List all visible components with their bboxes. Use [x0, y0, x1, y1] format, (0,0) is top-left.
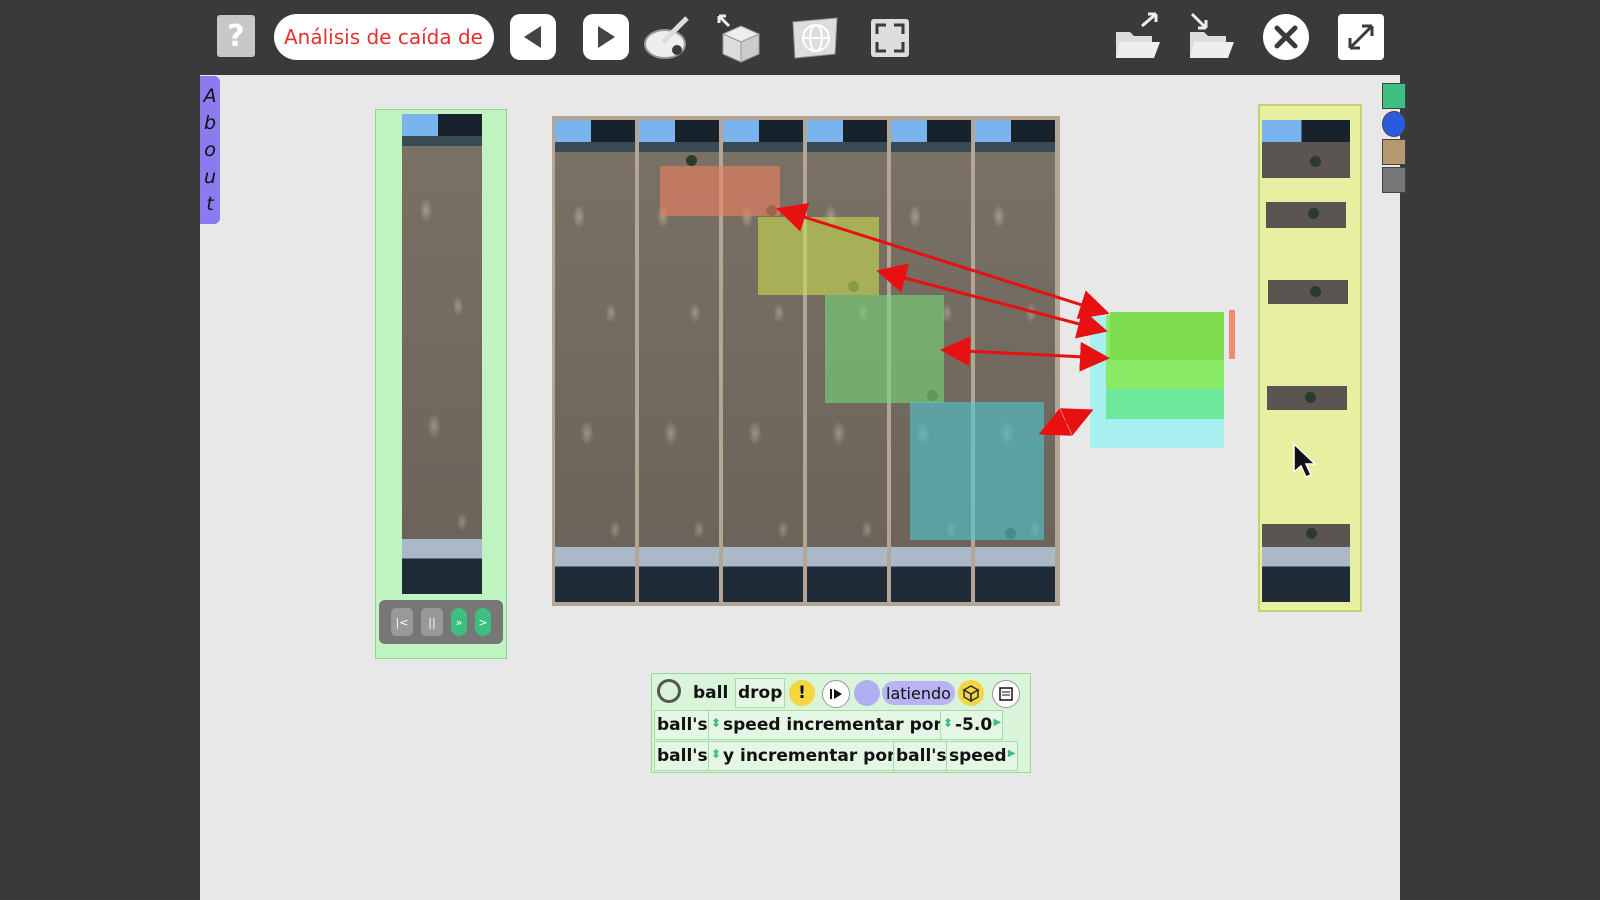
- mini-filmstrip-icon[interactable]: [1382, 139, 1406, 165]
- ball-drop-script[interactable]: ball drop ! latiendo ball's ⬍ speed incr…: [651, 673, 1031, 773]
- mouse-cursor-icon: [1293, 442, 1317, 478]
- row2-property[interactable]: ⬍ y incrementar por: [708, 741, 899, 771]
- menu-lines-icon: [999, 687, 1013, 701]
- script-object-name: ball: [693, 683, 729, 703]
- cropped-frame[interactable]: [1262, 524, 1350, 602]
- row2-value-property[interactable]: speed ▶: [946, 741, 1018, 771]
- cropped-frame[interactable]: [1267, 386, 1347, 410]
- box-icon: [962, 685, 980, 702]
- row2-value-subject[interactable]: ball's: [893, 741, 950, 771]
- mini-ball-icon[interactable]: [1382, 111, 1406, 137]
- arrow: [940, 336, 1110, 372]
- row2-property-label: y incrementar por: [723, 746, 896, 766]
- row1-property-label: speed incrementar por: [723, 715, 942, 735]
- arrow: [776, 202, 1110, 320]
- property-stepper-icon[interactable]: ⬍: [711, 716, 721, 730]
- cropped-frame[interactable]: [1262, 120, 1350, 178]
- play-step-icon: [830, 689, 842, 699]
- script-name-field[interactable]: drop: [735, 678, 786, 708]
- row1-subject[interactable]: ball's: [654, 710, 711, 740]
- ball-marker: [1310, 156, 1321, 167]
- arrow-right-small-icon: ▶: [993, 717, 1002, 728]
- arrow: [1038, 408, 1094, 436]
- row2-subject[interactable]: ball's: [654, 741, 711, 771]
- value-stepper-icon[interactable]: ⬍: [943, 716, 953, 730]
- ball-marker: [1310, 286, 1321, 297]
- cropped-frame[interactable]: [1268, 280, 1348, 304]
- exclamation-icon[interactable]: !: [789, 680, 815, 706]
- row1-property[interactable]: ⬍ speed incrementar por: [708, 710, 945, 740]
- script-options-button[interactable]: [992, 680, 1020, 708]
- floor-area: [1262, 547, 1350, 602]
- step-button[interactable]: [822, 680, 850, 708]
- script-menu-circle[interactable]: [657, 679, 681, 703]
- row1-value-field[interactable]: ⬍ -5.0 ▶: [940, 710, 1004, 740]
- ball-marker: [1306, 528, 1317, 539]
- row2-value-label: speed: [949, 746, 1007, 766]
- script-status-button[interactable]: latiendo: [882, 681, 955, 705]
- ball-marker: [1305, 392, 1316, 403]
- property-stepper-icon[interactable]: ⬍: [711, 747, 721, 761]
- mini-movie-icon[interactable]: [1382, 83, 1406, 109]
- clock-icon[interactable]: [854, 680, 880, 706]
- cropped-frame[interactable]: [1266, 202, 1346, 228]
- sky-area: [1262, 120, 1350, 142]
- mini-frame-icon[interactable]: [1382, 167, 1406, 193]
- arrow-right-small-icon: ▶: [1007, 748, 1016, 759]
- ball-marker: [1308, 208, 1319, 219]
- cropped-frames-panel[interactable]: [1258, 104, 1362, 612]
- row1-value: -5.0: [955, 715, 993, 735]
- script-supplies-button[interactable]: [958, 680, 984, 706]
